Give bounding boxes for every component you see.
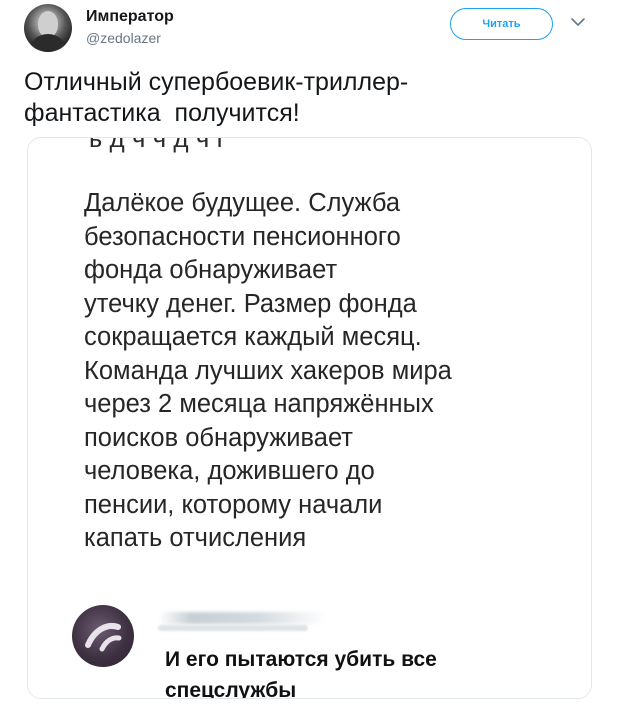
cropped-text-line: ъ д ч ч д ч г [86, 137, 227, 153]
tweet-text: Отличный супербоевик-триллер- фантастика… [24, 68, 409, 127]
chevron-down-icon[interactable] [569, 13, 587, 31]
display-name[interactable]: Император [86, 8, 174, 26]
user-avatar[interactable] [24, 4, 72, 52]
tweet-media-image[interactable]: ъ д ч ч д ч г Далёкое будущее. Служба бе… [27, 137, 592, 699]
blurred-commenter-meta [158, 625, 308, 631]
blurred-commenter-name [158, 612, 326, 624]
tweet-header: Император @zedolazer Читать [0, 0, 618, 60]
comment-text: И его пытаются убить все спецслужбы [165, 648, 437, 699]
comment-avatar [72, 605, 134, 667]
avatar-coat [28, 34, 68, 52]
follow-button[interactable]: Читать [450, 8, 553, 40]
comment-avatar-logo-icon [85, 623, 122, 652]
user-handle[interactable]: @zedolazer [86, 30, 161, 46]
screenshot-story-text: Далёкое будущее. Служба безопасности пен… [84, 189, 452, 552]
